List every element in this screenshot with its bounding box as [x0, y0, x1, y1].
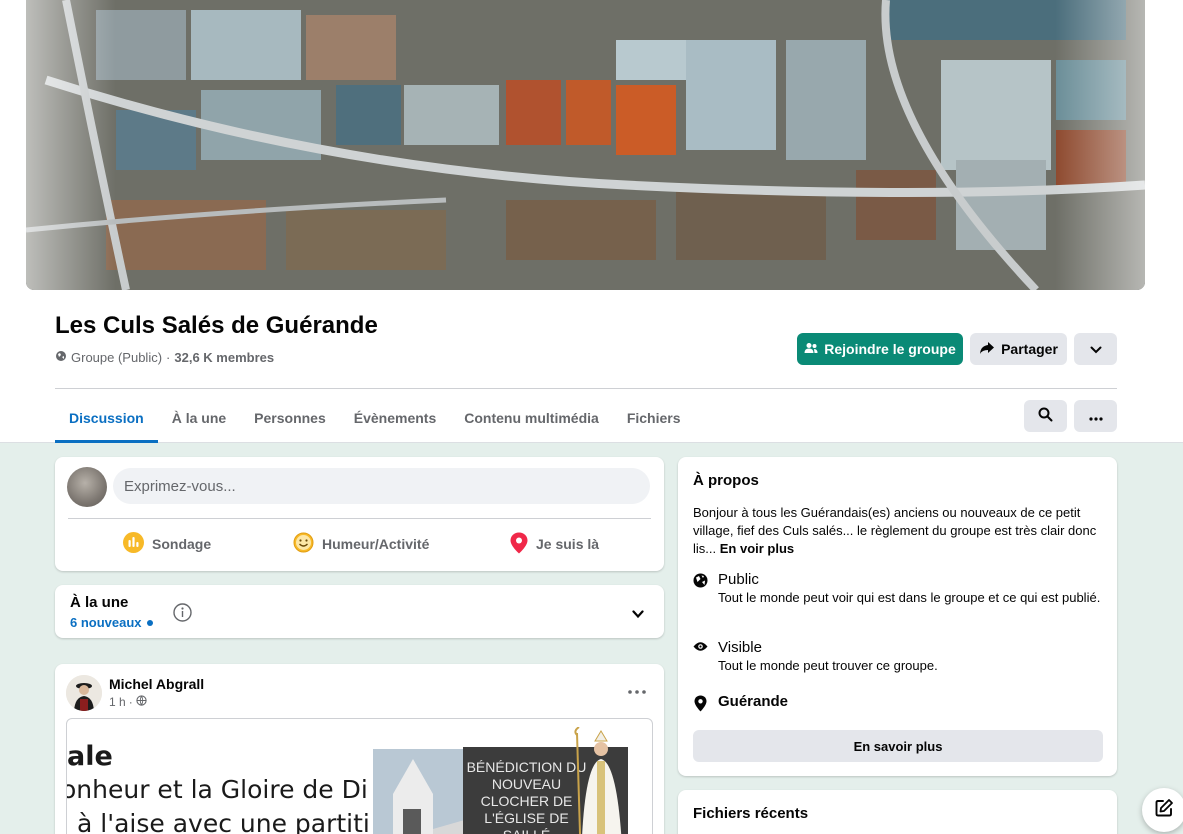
featured-title: À la une [70, 594, 129, 611]
tab-events[interactable]: Évènements [340, 392, 450, 443]
user-avatar[interactable] [67, 467, 107, 507]
join-group-label: Rejoindre le groupe [824, 341, 956, 357]
post-composer: Exprimez-vous... Sondage Humeur/Activité… [55, 457, 664, 571]
image-text-line1: ale [67, 741, 113, 772]
chevron-down-icon[interactable] [632, 606, 644, 624]
location-row[interactable]: Guérande [693, 693, 788, 712]
ellipsis-icon [1088, 408, 1103, 424]
poll-label: Sondage [152, 536, 212, 552]
visible-title: Visible [718, 639, 762, 656]
location-pin-icon [510, 532, 528, 557]
meta-separator: · [166, 350, 171, 365]
tab-people[interactable]: Personnes [240, 392, 340, 443]
public-description: Tout le monde peut voir qui est dans le … [718, 590, 1101, 605]
group-meta: Groupe (Public) · 32,6 K membres [55, 350, 274, 365]
tab-files[interactable]: Fichiers [613, 392, 695, 443]
group-tabs: Discussion À la une Personnes Évènements… [55, 392, 695, 443]
globe-icon [693, 571, 708, 607]
tabs-more-button[interactable] [1074, 400, 1117, 432]
salt-marsh-aerial-image [26, 0, 1145, 290]
mood-activity-button[interactable]: Humeur/Activité [293, 529, 429, 559]
mood-activity-label: Humeur/Activité [322, 536, 430, 552]
post-options-button[interactable] [623, 682, 651, 702]
member-count[interactable]: 32,6 K membres [174, 350, 274, 365]
globe-icon [136, 695, 147, 709]
post-author-name[interactable]: Michel Abgrall [109, 676, 204, 692]
featured-new-count: 6 nouveaux [70, 615, 153, 630]
image-text-line2: onheur et la Gloire de Di [66, 775, 368, 804]
public-title: Public [718, 571, 759, 588]
location-name: Guérande [718, 693, 789, 710]
about-description: Bonjour à tous les Guérandais(es) ancien… [693, 504, 1108, 558]
cover-photo [26, 0, 1145, 290]
check-in-button[interactable]: Je suis là [510, 529, 599, 559]
composer-divider [68, 518, 651, 519]
eye-icon [693, 639, 708, 675]
tab-featured[interactable]: À la une [158, 392, 240, 443]
image-text-line3: à l'aise avec une partiti [77, 809, 370, 834]
composer-input[interactable]: Exprimez-vous... [113, 468, 650, 504]
info-icon[interactable] [173, 603, 192, 627]
recent-files-card: Fichiers récents [678, 790, 1117, 834]
location-pin-icon [693, 693, 708, 712]
search-icon [1038, 407, 1053, 425]
visibility-row: Visible Tout le monde peut trouver ce gr… [693, 639, 1108, 675]
featured-section[interactable]: À la une 6 nouveaux [55, 585, 664, 638]
smiley-icon [293, 532, 314, 556]
globe-icon [55, 350, 67, 365]
tab-media[interactable]: Contenu multimédia [450, 392, 613, 443]
group-privacy[interactable]: Groupe (Public) [71, 350, 162, 365]
join-group-button[interactable]: Rejoindre le groupe [797, 333, 963, 365]
group-search-button[interactable] [1024, 400, 1067, 432]
learn-more-button[interactable]: En savoir plus [693, 730, 1103, 762]
share-label: Partager [1001, 341, 1058, 357]
privacy-public-row: Public Tout le monde peut voir qui est d… [693, 571, 1108, 607]
about-title: À propos [693, 472, 759, 489]
bishop-figure [567, 726, 632, 834]
composer-placeholder: Exprimez-vous... [124, 477, 236, 495]
poll-button[interactable]: Sondage [123, 529, 211, 559]
ellipsis-icon [628, 690, 646, 694]
post-image[interactable]: ale onheur et la Gloire de Di à l'aise a… [66, 718, 653, 834]
feed-post: Michel Abgrall 1 h · ale onheur et la Gl… [55, 664, 664, 834]
group-name[interactable]: Les Culs Salés de Guérande [55, 312, 378, 340]
poll-icon [123, 532, 144, 556]
people-icon [804, 341, 818, 357]
chevron-down-icon [1090, 341, 1102, 357]
share-arrow-icon [979, 341, 995, 358]
recent-files-title: Fichiers récents [693, 805, 809, 822]
tab-discussion[interactable]: Discussion [55, 392, 158, 443]
more-options-button[interactable] [1074, 333, 1117, 365]
unread-dot [146, 619, 153, 626]
visible-description: Tout le monde peut trouver ce groupe. [718, 658, 938, 673]
dot-separator: · [128, 695, 133, 709]
author-avatar[interactable] [66, 675, 102, 711]
about-card: À propos Bonjour à tous les Guérandais(e… [678, 457, 1117, 776]
post-time-text[interactable]: 1 h [109, 695, 126, 709]
share-button[interactable]: Partager [970, 333, 1067, 365]
church-photo [373, 749, 468, 834]
compose-icon [1154, 798, 1174, 823]
group-header: Les Culs Salés de Guérande Groupe (Publi… [0, 0, 1183, 443]
post-timestamp: 1 h · [109, 695, 147, 709]
new-message-button[interactable] [1142, 788, 1183, 832]
see-more-link[interactable]: En voir plus [720, 541, 794, 556]
check-in-label: Je suis là [536, 536, 600, 552]
header-divider [55, 388, 1117, 389]
new-count-label: 6 nouveaux [70, 615, 142, 630]
